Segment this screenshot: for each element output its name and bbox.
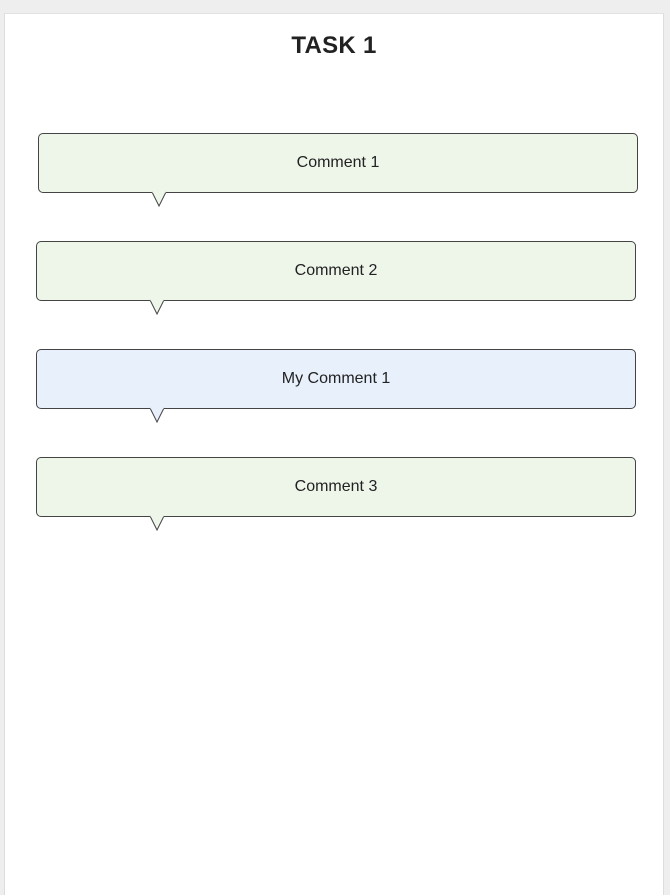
speech-tail-icon bbox=[149, 515, 165, 532]
speech-tail-icon bbox=[149, 407, 165, 424]
comment-bubble-2[interactable]: Comment 2 bbox=[36, 241, 636, 316]
my-comment-bubble-1[interactable]: My Comment 1 bbox=[36, 349, 636, 424]
speech-tail-icon bbox=[149, 299, 165, 316]
speech-tail-icon bbox=[151, 191, 167, 208]
comment-text: My Comment 1 bbox=[281, 370, 391, 387]
comment-text: Comment 1 bbox=[296, 154, 380, 171]
comment-bubble-1[interactable]: Comment 1 bbox=[38, 133, 638, 208]
comment-bubble-3[interactable]: Comment 3 bbox=[36, 457, 636, 532]
task-page: TASK 1 Comment 1 Comment 2 My Comment 1 … bbox=[4, 13, 664, 895]
comment-text: Comment 2 bbox=[294, 262, 378, 279]
page-title: TASK 1 bbox=[291, 32, 377, 59]
comment-text: Comment 3 bbox=[294, 478, 378, 495]
